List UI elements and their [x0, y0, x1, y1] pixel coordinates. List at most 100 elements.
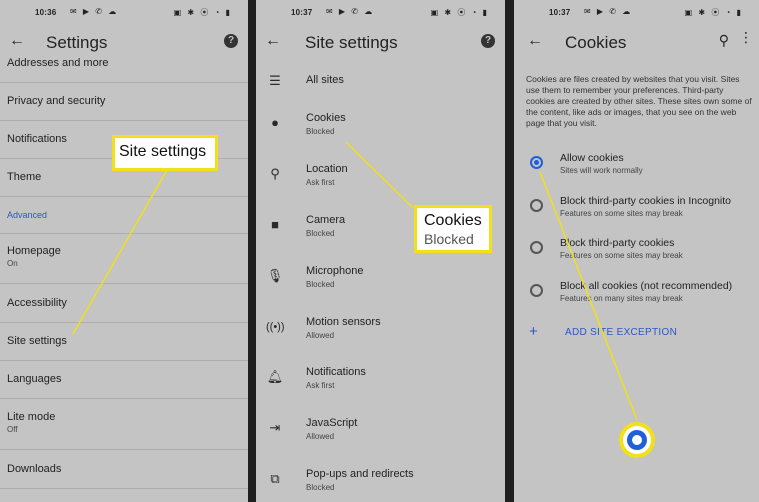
- settings-item-label: Homepage: [7, 245, 61, 257]
- settings-item-accessibility[interactable]: Accessibility: [7, 297, 67, 309]
- site-setting-status: Blocked: [306, 483, 335, 492]
- site-setting-label: Microphone: [306, 265, 364, 277]
- radio-unselected-icon[interactable]: [530, 241, 543, 254]
- callout-label: Cookies: [424, 212, 482, 229]
- divider: [0, 82, 248, 83]
- plus-icon: +: [529, 323, 538, 340]
- settings-item-site-settings[interactable]: Site settings: [7, 335, 67, 347]
- site-setting-label: Location: [306, 163, 348, 175]
- add-site-exception-label: ADD SITE EXCEPTION: [565, 327, 678, 338]
- status-bar: 10:36 ✉ ▶ ✆ ☁ ▣ ✱ ⦿ ◔ ▮: [0, 0, 248, 24]
- bell-icon: 🔔︎: [266, 369, 284, 384]
- settings-item-label: Privacy and security: [7, 95, 106, 107]
- divider: [0, 488, 248, 489]
- option-sub: Sites will work normally: [560, 166, 643, 175]
- site-setting-motion-sensors[interactable]: ((•)) Motion sensors Allowed: [256, 316, 505, 364]
- cookie-icon: ●: [271, 115, 279, 130]
- settings-item-label: Accessibility: [7, 297, 67, 309]
- site-setting-cookies[interactable]: ● Cookies Blocked: [256, 112, 505, 160]
- cookies-panel: 10:37 ✉ ▶ ✆ ☁ ▣ ✱ ⦿ ◔ ▮ ← Cookies ⚲ ⋮ Co…: [514, 0, 759, 502]
- settings-item-downloads[interactable]: Downloads: [7, 463, 61, 475]
- settings-item-addresses[interactable]: Addresses and more: [7, 57, 109, 69]
- search-icon[interactable]: ⚲: [719, 32, 729, 49]
- site-setting-status: Allowed: [306, 331, 335, 340]
- settings-panel: 10:36 ✉ ▶ ✆ ☁ ▣ ✱ ⦿ ◔ ▮ ← Settings ? Add…: [0, 0, 248, 502]
- notification-icons: ✉ ▶ ✆ ☁: [584, 7, 633, 16]
- option-block-all[interactable]: Block all cookies (not recommended) Feat…: [514, 280, 759, 316]
- site-setting-microphone[interactable]: 🎙 Microphone Blocked: [256, 265, 505, 313]
- settings-item-lite-mode[interactable]: Lite mode Off: [7, 411, 55, 434]
- settings-item-homepage[interactable]: Homepage On: [7, 245, 61, 268]
- page-title: Settings: [46, 33, 108, 52]
- settings-item-label: Lite mode: [7, 411, 56, 423]
- status-time: 10:37: [291, 8, 313, 17]
- site-setting-status: Ask first: [306, 178, 335, 187]
- site-setting-javascript[interactable]: ⇥ JavaScript Allowed: [256, 417, 505, 465]
- site-setting-label: Cookies: [306, 112, 346, 124]
- divider: [0, 283, 248, 284]
- site-setting-status: Ask first: [306, 381, 335, 390]
- status-time: 10:36: [35, 8, 57, 17]
- settings-item-label: Theme: [7, 171, 42, 183]
- callout-sub: Blocked: [424, 231, 474, 247]
- settings-item-languages[interactable]: Languages: [7, 373, 61, 385]
- radio-unselected-icon[interactable]: [530, 199, 543, 212]
- site-setting-location[interactable]: ⚲ Location Ask first: [256, 163, 505, 211]
- help-icon[interactable]: ?: [481, 34, 495, 48]
- motion-sensor-icon: ((•)): [266, 321, 285, 333]
- option-block-third-party[interactable]: Block third-party cookies Features on so…: [514, 237, 759, 273]
- external-link-icon: ⧉: [270, 471, 280, 486]
- option-label: Allow cookies: [560, 152, 624, 164]
- settings-item-theme[interactable]: Theme: [7, 171, 41, 183]
- microphone-icon: 🎙: [266, 268, 284, 283]
- site-setting-label: All sites: [306, 74, 344, 86]
- settings-item-label: Notifications: [7, 133, 67, 145]
- option-label: Block all cookies (not recommended): [560, 280, 733, 292]
- option-sub: Features on some sites may break: [560, 209, 683, 218]
- option-allow-cookies[interactable]: Allow cookies Sites will work normally: [514, 152, 759, 188]
- site-setting-label: JavaScript: [306, 417, 358, 429]
- settings-item-notifications[interactable]: Notifications: [7, 133, 67, 145]
- back-arrow-icon[interactable]: ←: [524, 30, 546, 52]
- site-setting-status: Blocked: [306, 229, 335, 238]
- site-setting-status: Blocked: [306, 280, 335, 289]
- page-title: Cookies: [565, 33, 627, 52]
- notification-icons: ✉ ▶ ✆ ☁: [326, 7, 375, 16]
- status-time: 10:37: [549, 8, 571, 17]
- settings-item-label: Languages: [7, 373, 62, 385]
- page-title: Site settings: [305, 33, 398, 52]
- settings-item-sub: Off: [7, 425, 18, 434]
- option-block-incognito[interactable]: Block third-party cookies in Incognito F…: [514, 195, 759, 231]
- javascript-icon: ⇥: [269, 420, 281, 435]
- radio-unselected-icon[interactable]: [530, 284, 543, 297]
- option-label: Block third-party cookies: [560, 237, 675, 249]
- site-setting-status: Blocked: [306, 127, 335, 136]
- app-bar: ← Site settings ?: [256, 24, 505, 62]
- divider: [0, 120, 248, 121]
- notification-icons: ✉ ▶ ✆ ☁: [70, 7, 119, 16]
- back-arrow-icon[interactable]: ←: [6, 30, 28, 52]
- settings-item-label: Downloads: [7, 463, 62, 475]
- help-icon[interactable]: ?: [224, 34, 238, 48]
- option-label: Block third-party cookies in Incognito: [560, 195, 731, 207]
- status-bar: 10:37 ✉ ▶ ✆ ☁ ▣ ✱ ⦿ ◔ ▮: [514, 0, 759, 24]
- cookies-description: Cookies are files created by websites th…: [526, 74, 752, 128]
- callout-site-settings: Site settings: [112, 135, 218, 171]
- app-bar: ← Cookies ⚲ ⋮: [514, 24, 759, 62]
- camera-icon: ■: [271, 217, 279, 232]
- site-setting-label: Camera: [306, 214, 346, 226]
- site-setting-label: Pop-ups and redirects: [306, 468, 414, 480]
- divider: [0, 360, 248, 361]
- settings-item-privacy[interactable]: Privacy and security: [7, 95, 105, 107]
- site-setting-notifications[interactable]: 🔔︎ Notifications Ask first: [256, 366, 505, 414]
- radio-selected-icon[interactable]: [530, 156, 543, 169]
- list-icon: ☰: [269, 73, 281, 88]
- back-arrow-icon[interactable]: ←: [262, 30, 284, 52]
- location-icon: ⚲: [270, 166, 280, 181]
- callout-label: Site settings: [119, 143, 207, 160]
- more-options-icon[interactable]: ⋮: [739, 30, 753, 44]
- system-icons: ▣ ✱ ⦿ ◔ ▮: [684, 8, 743, 17]
- divider: [0, 233, 248, 234]
- site-setting-popups[interactable]: ⧉ Pop-ups and redirects Blocked: [256, 468, 505, 502]
- divider: [0, 196, 248, 197]
